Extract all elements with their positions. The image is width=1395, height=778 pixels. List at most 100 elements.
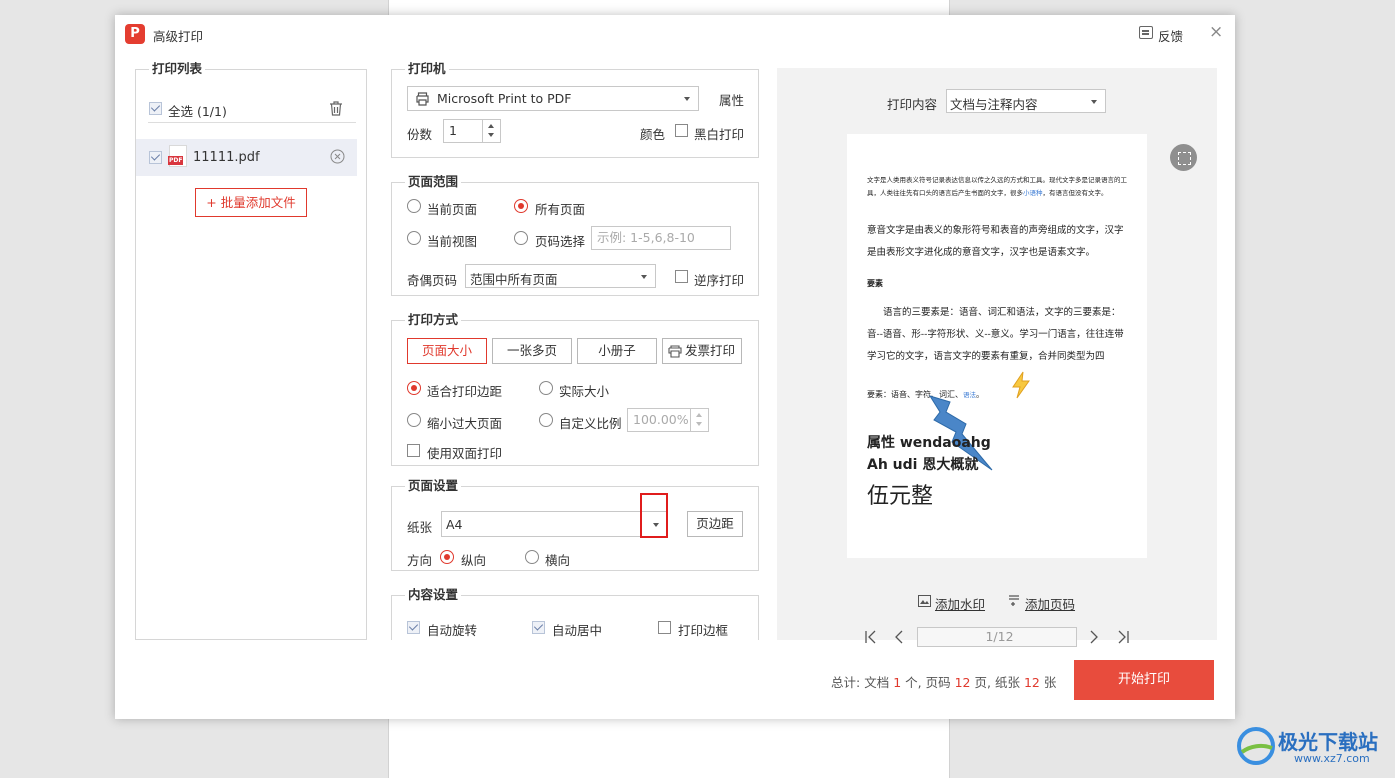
page-setup-section: 页面设置 纸张 A4 页边距 方向 纵向 横向 <box>391 479 759 571</box>
reverse-print-checkbox[interactable] <box>675 270 688 283</box>
portrait-label: 纵向 <box>461 553 487 568</box>
page-number-icon <box>1009 595 1019 606</box>
printer-icon <box>416 92 429 106</box>
all-pages-radio[interactable] <box>514 199 528 213</box>
print-border-checkbox[interactable] <box>658 621 671 634</box>
invoice-icon <box>668 345 682 358</box>
start-print-button[interactable]: 开始打印 <box>1074 660 1214 700</box>
doc-paragraph-3: 语言的三要素是：语音、词汇和语法，文字的三要素是：音--语音、形--字符形状、义… <box>867 307 1124 362</box>
shrink-label: 缩小过大页面 <box>427 416 503 431</box>
current-page-radio[interactable] <box>407 199 421 213</box>
current-view-radio[interactable] <box>407 231 421 245</box>
page-select-input[interactable]: 示例: 1-5,6,8-10 <box>591 226 731 250</box>
actual-size-radio[interactable] <box>539 381 553 395</box>
file-list-item[interactable]: PDF 11111.pdf <box>136 139 357 176</box>
doc-big-text: 伍元整 <box>867 484 934 509</box>
doc-count: 1 <box>893 675 902 690</box>
content-setup-section: 内容设置 自动旋转 自动居中 打印边框 <box>391 588 759 640</box>
auto-rotate-checkbox[interactable] <box>407 621 420 634</box>
stepper-arrows-icon[interactable] <box>690 409 708 431</box>
paper-count: 12 <box>1023 675 1040 690</box>
fit-margin-radio[interactable] <box>407 381 421 395</box>
print-content-select[interactable]: 文档与注释内容 <box>946 89 1106 113</box>
doc-bold-line-1: 属性 wendaoahg <box>867 435 991 451</box>
first-page-icon[interactable] <box>864 630 878 644</box>
doc-heading: 要素 <box>867 278 883 288</box>
fullscreen-icon[interactable] <box>1170 144 1197 171</box>
select-all-checkbox[interactable] <box>149 102 162 115</box>
lightning-icon <box>1012 371 1030 399</box>
advanced-print-dialog: P 高级打印 反馈 × 打印列表 全选 (1/1) PDF 11111.pdf … <box>115 15 1235 719</box>
auto-center-label: 自动居中 <box>552 623 603 638</box>
print-border-label: 打印边框 <box>678 623 729 638</box>
page-indicator-input[interactable]: 1/12 <box>917 627 1077 647</box>
page-size-button[interactable]: 页面大小 <box>407 338 487 364</box>
duplex-checkbox[interactable] <box>407 444 420 457</box>
watermark-title: 极光下载站 <box>1278 730 1378 754</box>
prev-page-icon[interactable] <box>894 630 904 644</box>
print-content-label: 打印内容 <box>887 97 938 112</box>
print-summary: 总计: 文档 1 个, 页码 12 页, 纸张 12 张 <box>831 675 1057 690</box>
print-content-value: 文档与注释内容 <box>950 97 1038 112</box>
landscape-label: 横向 <box>545 553 571 568</box>
add-watermark-link[interactable]: 添加水印 <box>935 594 985 613</box>
current-page-label: 当前页面 <box>427 202 478 217</box>
custom-scale-radio[interactable] <box>539 413 553 427</box>
print-preview-panel: 打印内容 文档与注释内容 文字是人类用表义符号记录表达信息以传之久远的方式和工具… <box>777 68 1217 647</box>
file-name: 11111.pdf <box>193 150 260 165</box>
shrink-radio[interactable] <box>407 413 421 427</box>
copies-label: 份数 <box>407 127 433 142</box>
invoice-print-button[interactable]: 发票打印 <box>662 338 742 364</box>
page-range-legend: 页面范围 <box>408 174 459 189</box>
select-all-label: 全选 (1/1) <box>168 104 227 119</box>
stepper-arrows-icon[interactable] <box>482 120 500 142</box>
next-page-icon[interactable] <box>1089 630 1099 644</box>
odd-even-label: 奇偶页码 <box>407 273 458 288</box>
content-setup-legend: 内容设置 <box>408 587 459 602</box>
page-select-radio[interactable] <box>514 231 528 245</box>
portrait-radio[interactable] <box>440 550 454 564</box>
auto-center-checkbox[interactable] <box>532 621 545 634</box>
chevron-down-icon <box>1091 100 1097 104</box>
odd-even-select[interactable]: 范围中所有页面 <box>465 264 656 288</box>
doc-bold-line-2: Ah udi 恩大概就 <box>867 457 979 473</box>
print-list-legend: 打印列表 <box>152 61 203 76</box>
divider <box>148 122 356 123</box>
pdf-file-icon: PDF <box>168 145 187 167</box>
chevron-down-icon <box>641 275 647 279</box>
scale-value: 100.00% <box>633 412 689 427</box>
add-page-number-link[interactable]: 添加页码 <box>1025 594 1075 613</box>
printer-select[interactable]: Microsoft Print to PDF <box>407 86 699 111</box>
copies-value: 1 <box>449 123 457 138</box>
booklet-button[interactable]: 小册子 <box>577 338 657 364</box>
scale-stepper[interactable]: 100.00% <box>627 408 709 432</box>
pdf-badge: PDF <box>168 156 184 165</box>
printer-name: Microsoft Print to PDF <box>437 91 572 106</box>
margins-button[interactable]: 页边距 <box>687 511 743 537</box>
trash-icon[interactable] <box>329 101 343 116</box>
feedback-button[interactable]: 反馈 <box>1158 26 1183 45</box>
print-list-panel: 打印列表 全选 (1/1) PDF 11111.pdf + 批量添加文件 <box>135 62 367 640</box>
copies-stepper[interactable]: 1 <box>443 119 501 143</box>
reverse-print-label: 逆序打印 <box>694 273 745 288</box>
paper-size-select[interactable]: A4 <box>441 511 668 537</box>
last-page-icon[interactable] <box>1116 630 1130 644</box>
app-logo-icon: P <box>125 24 145 44</box>
watermark-icon <box>918 595 931 607</box>
batch-add-files-button[interactable]: + 批量添加文件 <box>195 188 307 217</box>
file-checkbox[interactable] <box>149 151 162 164</box>
page-count: 12 <box>954 675 971 690</box>
printer-properties-link[interactable]: 属性 <box>719 90 744 109</box>
close-icon[interactable]: × <box>1209 23 1223 41</box>
print-mode-section: 打印方式 页面大小 一张多页 小册子 发票打印 适合打印边距 实际大小 缩小过大… <box>391 313 759 466</box>
multi-page-button[interactable]: 一张多页 <box>492 338 572 364</box>
bw-print-checkbox[interactable] <box>675 124 688 137</box>
duplex-label: 使用双面打印 <box>427 446 503 461</box>
doc-paragraph-4: 要素：语音、字符、词汇、语法。 <box>867 390 984 399</box>
remove-file-icon[interactable] <box>330 149 345 164</box>
landscape-radio[interactable] <box>525 550 539 564</box>
dialog-title: 高级打印 <box>153 29 204 44</box>
dropdown-highlight-box <box>640 493 668 538</box>
chevron-down-icon <box>684 97 690 101</box>
feedback-icon[interactable] <box>1139 26 1153 39</box>
